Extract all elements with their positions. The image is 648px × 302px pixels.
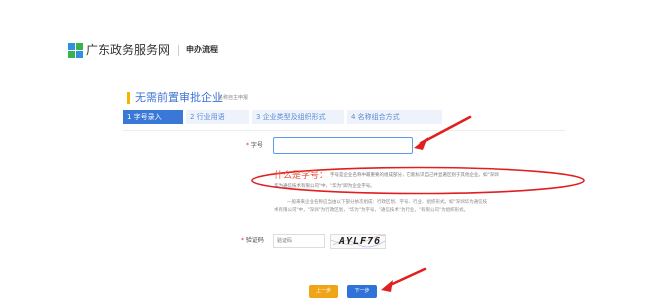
step-1-name-entry[interactable]: 1 字号录入 (123, 110, 183, 124)
prev-step-button[interactable]: 上一步 (309, 285, 338, 298)
name-field-label-text: 字号 (250, 142, 263, 149)
header-divider (178, 45, 179, 56)
next-step-button[interactable]: 下一步 (347, 285, 377, 298)
explain-title: 什么是字号： (274, 171, 329, 181)
captcha-input[interactable] (273, 234, 325, 248)
header-section-title: 申办流程 (186, 45, 218, 54)
title-accent-bar (127, 92, 130, 104)
step-4-name-combination[interactable]: 4 名称组合方式 (347, 110, 442, 124)
page-subtitle: 名称自主申报 (218, 95, 249, 101)
guangdong-gov-logo-icon (68, 43, 83, 58)
divider (123, 130, 565, 131)
page-title: 无需前置审批企业 (135, 91, 223, 104)
name-input[interactable] (273, 137, 413, 154)
arrow-to-next-button-icon (381, 267, 427, 292)
structure-text-line1: 一般来来企业名称应当由以下部分依次组成：行政区划、字号、行业、组织形式。如"深圳… (287, 200, 488, 205)
captcha-label: * 验证码 (241, 237, 264, 245)
captcha-label-text: 验证码 (245, 237, 264, 244)
explain-text-line1: 字号是企业名称中最重要的组成部分，它能标识自己并显著区别于其他企业。如"深圳 (330, 173, 499, 178)
step-progress: 1 字号录入 2 行业用语 3 企业类型及组织形式 4 名称组合方式 (123, 110, 442, 124)
captcha-image[interactable]: AYLF76 (330, 234, 386, 249)
structure-text-line2: 术有限公司"中，"深圳"为行政区划，"华为"为字号，"通信技术"为行业，"有限公… (274, 208, 469, 213)
captcha-text: AYLF76 (339, 236, 382, 247)
name-field-label: * 字号 (246, 142, 263, 150)
step-2-industry-term[interactable]: 2 行业用语 (186, 110, 249, 124)
explain-text-line2: 华为通信技术有限公司"中，"华为"即为企业字号。 (274, 184, 375, 189)
site-name[interactable]: 广东政务服务网 (86, 42, 170, 58)
step-3-enterprise-type[interactable]: 3 企业类型及组织形式 (252, 110, 344, 124)
